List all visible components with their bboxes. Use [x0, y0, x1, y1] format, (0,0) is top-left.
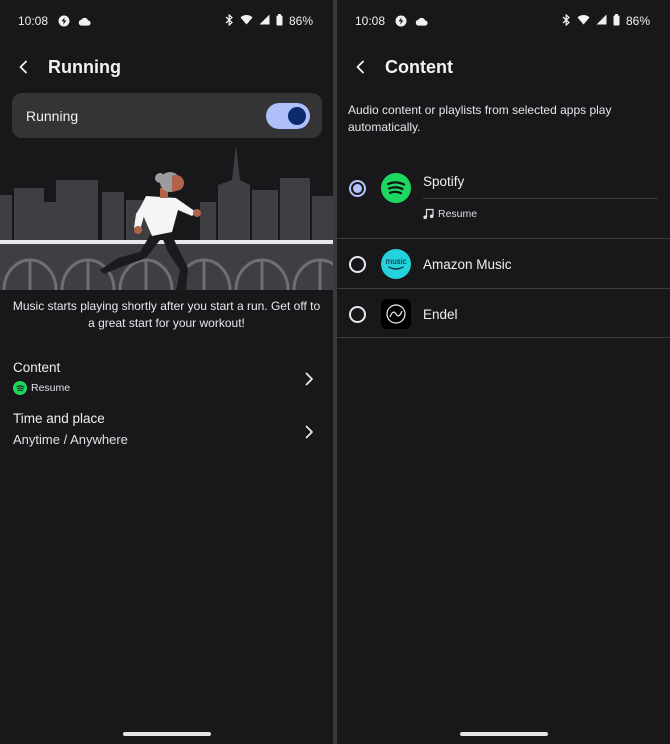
- time-place-setting-subtitle: Anytime / Anywhere: [13, 432, 128, 447]
- amazon-music-icon: music: [381, 249, 411, 279]
- running-toggle-label: Running: [26, 107, 79, 124]
- app-row-spotify[interactable]: Spotify Resume: [337, 165, 670, 237]
- spotify-resume[interactable]: Resume: [423, 208, 477, 220]
- content-description: Audio content or playlists from selected…: [348, 103, 612, 134]
- sync-icon: [395, 15, 407, 27]
- app-bar: Running: [0, 52, 333, 82]
- time-place-setting-row[interactable]: Time and place Anytime / Anywhere: [13, 411, 321, 453]
- app-row-amazon-music[interactable]: music Amazon Music: [337, 239, 670, 288]
- divider: [337, 337, 670, 338]
- spotify-radio[interactable]: [349, 180, 366, 197]
- gesture-nav-bar[interactable]: [459, 732, 548, 736]
- bluetooth-icon: [225, 13, 234, 29]
- amazon-music-icon-text: music: [385, 256, 407, 266]
- app-bar: Content: [337, 52, 670, 82]
- content-setting-subtitle: Resume: [13, 381, 321, 395]
- content-setting-title: Content: [13, 360, 61, 375]
- music-note-icon: [423, 208, 434, 220]
- endel-radio[interactable]: [349, 306, 366, 323]
- app-row-endel[interactable]: Endel: [337, 289, 670, 337]
- cloud-icon: [78, 17, 91, 26]
- content-screen: 10:08 86% Content Audio content or playl…: [337, 0, 670, 744]
- battery-percent: 86%: [625, 14, 650, 28]
- spotify-icon: [13, 381, 27, 395]
- back-icon[interactable]: [351, 57, 371, 77]
- signal-icon: [596, 14, 607, 28]
- back-icon[interactable]: [14, 57, 34, 77]
- content-setting-subtitle-text: Resume: [31, 382, 71, 394]
- runner-illustration: [0, 140, 333, 291]
- status-time: 10:08: [18, 14, 49, 28]
- status-time: 10:08: [355, 14, 386, 28]
- running-toggle-card[interactable]: Running: [12, 93, 322, 138]
- running-description: Music starts playing shortly after you s…: [12, 299, 321, 330]
- page-title: Content: [385, 56, 453, 77]
- cloud-icon: [415, 17, 428, 26]
- bluetooth-icon: [562, 13, 571, 29]
- wifi-icon: [577, 14, 590, 28]
- chevron-right-icon: [305, 372, 313, 386]
- signal-icon: [259, 14, 270, 28]
- spotify-resume-label: Resume: [438, 208, 478, 220]
- divider: [423, 198, 658, 199]
- switch-knob: [288, 106, 306, 125]
- spotify-icon: [381, 173, 411, 203]
- gesture-nav-bar[interactable]: [122, 732, 211, 736]
- page-title: Running: [48, 56, 121, 77]
- endel-name: Endel: [423, 307, 458, 322]
- running-screen: 10:08 86% Running Running Music starts p…: [0, 0, 333, 744]
- spotify-name: Spotify: [423, 174, 465, 189]
- running-switch[interactable]: [266, 102, 310, 129]
- sync-icon: [58, 15, 70, 27]
- battery-icon: [613, 13, 620, 29]
- status-bar: 10:08 86%: [355, 12, 650, 30]
- time-place-setting-title: Time and place: [13, 411, 105, 426]
- endel-icon: [381, 299, 411, 329]
- status-bar: 10:08 86%: [18, 12, 313, 30]
- wifi-icon: [240, 14, 253, 28]
- amazon-music-radio[interactable]: [349, 256, 366, 273]
- battery-percent: 86%: [288, 14, 313, 28]
- chevron-right-icon: [305, 425, 313, 439]
- amazon-music-name: Amazon Music: [423, 257, 512, 272]
- battery-icon: [276, 13, 283, 29]
- content-setting-row[interactable]: Content Resume: [13, 360, 321, 398]
